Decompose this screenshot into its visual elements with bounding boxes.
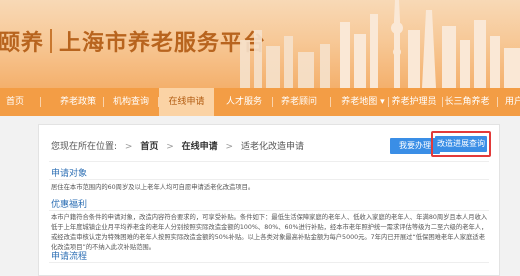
section-divider xyxy=(49,210,489,211)
nav-item-online-apply[interactable]: 在线申请 xyxy=(159,88,214,116)
section-divider xyxy=(49,161,489,162)
nav-item-eldercare-advisor[interactable]: 养老顾问 xyxy=(273,88,325,116)
breadcrumb-home-link[interactable]: 首页 xyxy=(140,142,158,152)
breadcrumb-current: 适老化改造申请 xyxy=(240,142,304,152)
nav-item-user[interactable]: 用户 xyxy=(505,88,520,116)
nav-divider xyxy=(40,97,41,107)
section-title-target: 申请对象 xyxy=(51,169,88,179)
nav-divider xyxy=(103,97,104,107)
nav-divider xyxy=(497,97,498,107)
section-title-process: 申请流程 xyxy=(51,252,88,262)
nav-item-yangtze-delta[interactable]: 长三角养老 xyxy=(443,88,491,116)
nav-item-eldercare-map[interactable]: 养老地图 ▾ xyxy=(333,88,393,116)
nav-item-talent-service[interactable]: 人才服务 xyxy=(218,88,270,116)
brand-divider xyxy=(50,29,53,53)
brand-logo-text: 颐养 xyxy=(0,31,45,56)
nav-item-home[interactable]: 首页 xyxy=(0,88,30,116)
nav-item-policy[interactable]: 养老政策 xyxy=(47,88,109,116)
breadcrumb: 您现在所在位置: > 首页 > 在线申请 > 适老化改造申请 xyxy=(51,139,304,152)
breadcrumb-section-link[interactable]: 在线申请 xyxy=(182,142,218,152)
breadcrumb-prefix: 您现在所在位置: xyxy=(51,142,118,152)
nav-divider xyxy=(330,97,331,107)
section-text-benefit: 本市户籍符合条件的申请对象，改造内容符合要求的，可享受补贴。条件如下：最低生活保… xyxy=(51,214,488,251)
progress-query-button[interactable]: 改造进展查询 xyxy=(435,136,487,152)
header-banner: 颐养 上海市养老服务平台 xyxy=(0,0,520,88)
nav-item-institution-search[interactable]: 机构查询 xyxy=(106,88,156,116)
section-divider xyxy=(49,179,489,180)
content-card: 您现在所在位置: > 首页 > 在线申请 > 适老化改造申请 我要办理 改造进展… xyxy=(38,124,500,276)
breadcrumb-separator-icon: > xyxy=(124,142,133,152)
section-divider xyxy=(49,262,489,263)
breadcrumb-separator-icon: > xyxy=(166,142,174,152)
main-nav: 首页 养老政策 机构查询 在线申请 人才服务 养老顾问 养老地图 ▾ 养老护理员… xyxy=(0,88,520,116)
breadcrumb-separator-icon: > xyxy=(225,142,234,152)
nav-item-caregiver[interactable]: 养老护理员 xyxy=(389,88,439,116)
section-text-target: 居住在本市范围内的60周岁及以上老年人均可自愿申请适老化改造项目。 xyxy=(51,184,255,191)
section-title-benefit: 优惠福利 xyxy=(51,200,88,210)
city-skyline-illustration xyxy=(240,0,520,88)
